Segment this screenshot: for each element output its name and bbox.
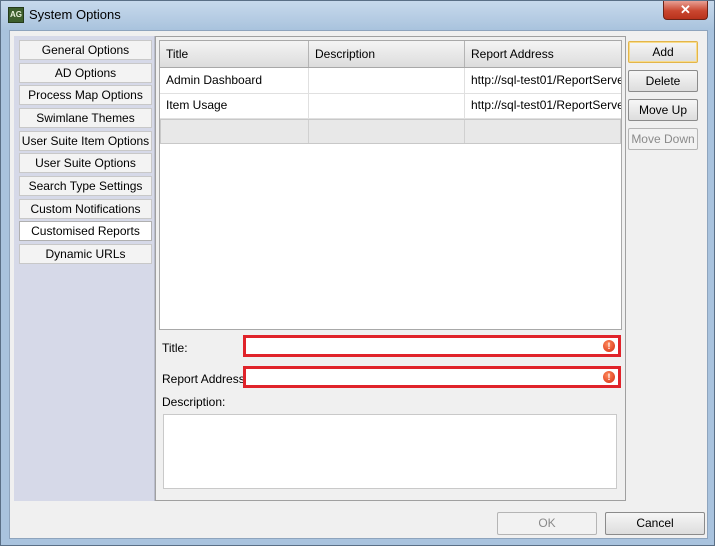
- nav-item-dynamic-urls[interactable]: Dynamic URLs: [19, 244, 152, 264]
- delete-button[interactable]: Delete: [628, 70, 698, 92]
- cell-report-address: http://sql-test01/ReportServer.: [471, 98, 621, 112]
- validation-error-icon: !: [603, 371, 615, 383]
- nav-item-general-options[interactable]: General Options: [19, 40, 152, 60]
- cell-description: [309, 68, 465, 93]
- title-field[interactable]: !: [243, 335, 621, 357]
- nav-item-user-suite-options[interactable]: User Suite Options: [19, 153, 152, 173]
- description-label: Description:: [162, 395, 226, 409]
- add-button[interactable]: Add: [628, 41, 698, 63]
- report-address-field[interactable]: !: [243, 366, 621, 388]
- cell-description: [309, 93, 465, 118]
- reports-grid: Title Description Report Address Admin D…: [159, 40, 622, 330]
- window-title: System Options: [29, 7, 121, 22]
- report-address-label: Report Address: [162, 372, 245, 386]
- nav-item-custom-notifications[interactable]: Custom Notifications: [19, 199, 152, 219]
- nav-item-ad-options[interactable]: AD Options: [19, 63, 152, 83]
- column-header-title[interactable]: Title: [160, 41, 309, 67]
- table-row[interactable]: Item Usage http://sql-test01/ReportServe…: [160, 93, 621, 119]
- dialog-client-area: General Options AD Options Process Map O…: [9, 30, 708, 539]
- nav-item-search-type-settings[interactable]: Search Type Settings: [19, 176, 152, 196]
- cell-title: Admin Dashboard: [160, 68, 309, 93]
- cell-report-address: http://sql-test01/ReportServer.: [471, 73, 621, 87]
- customised-reports-panel: Title Description Report Address Admin D…: [155, 36, 626, 501]
- move-up-button[interactable]: Move Up: [628, 99, 698, 121]
- system-options-window: AG System Options ✕ General Options AD O…: [0, 0, 715, 546]
- nav-item-user-suite-item-options[interactable]: User Suite Item Options: [19, 131, 152, 151]
- nav-item-process-map-options[interactable]: Process Map Options: [19, 85, 152, 105]
- title-bar: AG System Options ✕: [1, 1, 714, 29]
- validation-error-icon: !: [603, 340, 615, 352]
- nav-item-swimlane-themes[interactable]: Swimlane Themes: [19, 108, 152, 128]
- close-icon[interactable]: ✕: [663, 1, 708, 20]
- new-row-cell: [161, 120, 309, 143]
- grid-header: Title Description Report Address: [160, 41, 621, 68]
- description-field[interactable]: [163, 414, 617, 489]
- move-down-button[interactable]: Move Down: [628, 128, 698, 150]
- cell-title: Item Usage: [160, 93, 309, 118]
- app-icon: AG: [8, 7, 24, 23]
- nav-item-customised-reports[interactable]: Customised Reports: [19, 221, 152, 241]
- new-row-placeholder[interactable]: [160, 119, 621, 144]
- column-header-report-address[interactable]: Report Address: [465, 41, 621, 67]
- cancel-button[interactable]: Cancel: [605, 512, 705, 535]
- options-nav-panel: General Options AD Options Process Map O…: [14, 36, 156, 501]
- table-row[interactable]: Admin Dashboard http://sql-test01/Report…: [160, 68, 621, 94]
- new-row-cell: [309, 120, 465, 143]
- title-label: Title:: [162, 341, 188, 355]
- ok-button[interactable]: OK: [497, 512, 597, 535]
- column-header-description[interactable]: Description: [309, 41, 465, 67]
